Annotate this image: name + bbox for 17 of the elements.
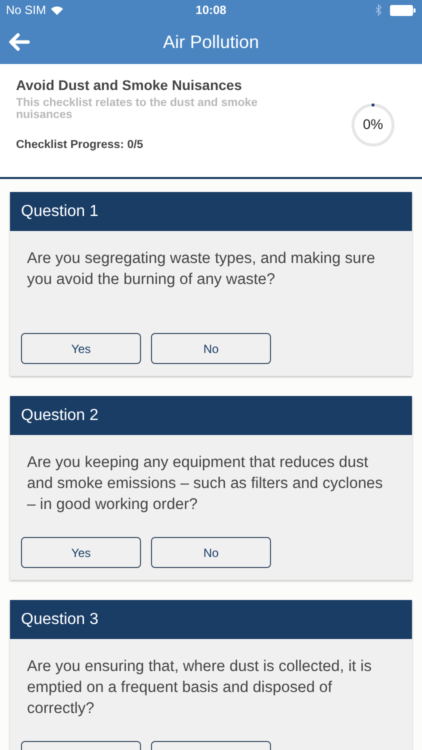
progress-label: Checklist Progress: 0/5 (16, 139, 144, 151)
question-text: Are you ensuring that, where dust is collected, it is emptied on a frequent basis and disposed of correctly? (27, 657, 373, 719)
question-header: Question 1 (10, 192, 412, 231)
question-header: Question 3 (10, 600, 412, 639)
checklist-description: This checklist relates to the dust and smoke nuisances (16, 97, 259, 121)
progress-percent: 0% (362, 116, 384, 132)
status-time: 10:08 (194, 3, 228, 17)
answer-button[interactable]: No (151, 537, 271, 568)
question-text: Are you segregating waste types, and making sure you avoid the burning of any waste? (27, 249, 376, 290)
screen-title: Air Pollution (162, 32, 260, 52)
answer-button[interactable]: Yes (21, 333, 141, 364)
answer-button[interactable]: No (151, 333, 271, 364)
carrier-label: No SIM (6, 3, 46, 17)
checklist-title: Avoid Dust and Smoke Nuisances (16, 77, 243, 93)
question-text: Are you keeping any equipment that reduces dust and smoke emissions – such as filters and cyclones – in good working order? (27, 453, 384, 515)
question-header: Question 2 (10, 396, 412, 435)
answer-button[interactable]: Yes (21, 537, 141, 568)
